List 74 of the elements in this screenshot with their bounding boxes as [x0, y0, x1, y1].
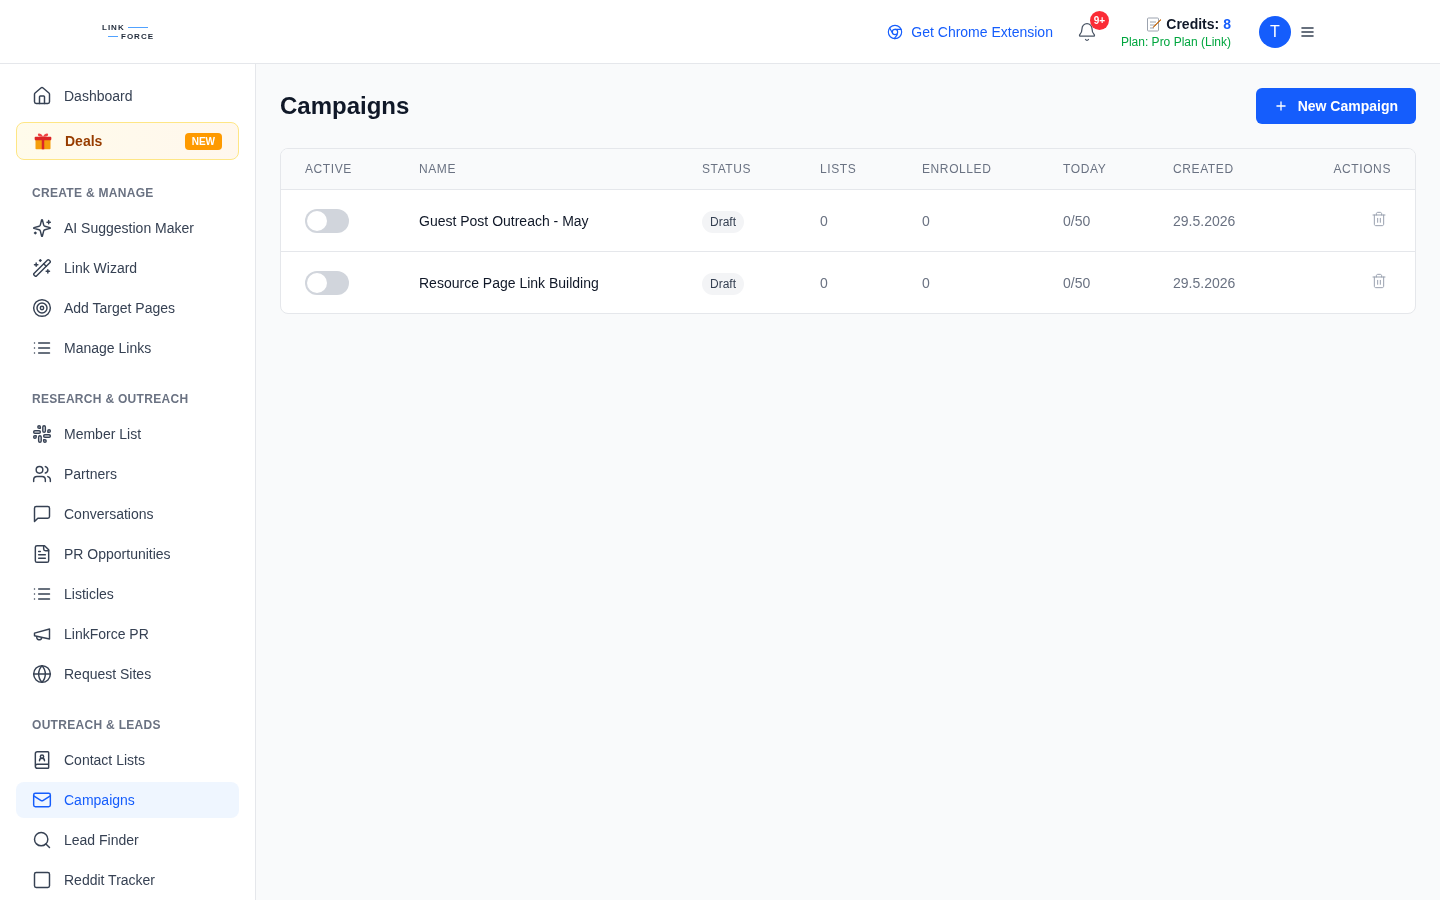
column-header: STATUS — [702, 162, 752, 176]
envelope-icon — [32, 790, 52, 810]
sidebar-item[interactable]: Reddit Tracker — [16, 862, 239, 898]
status-badge: Draft — [702, 210, 744, 233]
chrome-extension-link[interactable]: Get Chrome Extension — [887, 21, 1053, 42]
new-campaign-button[interactable]: New Campaign — [1255, 88, 1416, 124]
column-header: ACTIONS — [1333, 162, 1391, 176]
campaign-name: Guest Post Outreach - May — [419, 212, 589, 229]
credits-label: Credits: — [1166, 14, 1220, 34]
campaign-name: Resource Page Link Building — [419, 274, 599, 291]
logo-text: LINK — [102, 22, 125, 32]
created-date: 29.5.2026 — [1173, 212, 1236, 229]
chat-bubble-icon — [32, 504, 52, 524]
logo-text: FORCE — [121, 31, 154, 41]
page-title: Campaigns — [280, 91, 410, 121]
credits-value: 8 — [1223, 14, 1231, 34]
toggle-switch[interactable] — [305, 270, 349, 295]
sidebar-item[interactable]: Manage Links — [16, 330, 239, 366]
lists-count: 0 — [820, 274, 828, 291]
sidebar-item[interactable]: Link Wizard — [16, 250, 239, 286]
document-icon — [32, 544, 52, 564]
gift-icon — [33, 131, 53, 151]
menu-icon — [1301, 26, 1314, 37]
sidebar-item[interactable]: Conversations — [16, 496, 239, 532]
deals-link[interactable]: Deals NEW — [16, 122, 239, 160]
avatar[interactable]: T — [1259, 15, 1291, 48]
sidebar-item[interactable]: Dashboard — [16, 78, 239, 114]
chrome-icon — [887, 23, 904, 40]
column-header: ACTIVE — [305, 162, 352, 176]
sidebar-item[interactable]: Contact Lists — [16, 742, 239, 778]
globe-icon — [32, 664, 52, 684]
trash-icon — [1371, 273, 1387, 289]
sidebar-item[interactable]: PR Opportunities — [16, 536, 239, 572]
section-heading: RESEARCH & OUTREACH — [31, 391, 190, 407]
section-heading: CREATE & MANAGE — [31, 185, 155, 201]
sidebar-item[interactable]: Member List — [16, 416, 239, 452]
column-header: ENROLLED — [922, 162, 992, 176]
magic-wand-icon — [32, 258, 52, 278]
column-header: TODAY — [1063, 162, 1107, 176]
column-header: NAME — [419, 162, 457, 176]
status-badge: Draft — [702, 272, 744, 295]
sidebar-item[interactable]: LinkForce PR — [16, 616, 239, 652]
sidebar-item[interactable]: Listicles — [16, 576, 239, 612]
sparkles-icon — [32, 218, 52, 238]
square-icon — [32, 870, 52, 890]
pinwheel-icon — [32, 424, 52, 444]
section-heading: OUTREACH & LEADS — [31, 717, 162, 733]
column-header: LISTS — [820, 162, 857, 176]
plan-label: Plan: Pro Plan (Link) — [1120, 33, 1231, 50]
contact-book-icon — [32, 750, 52, 770]
created-date: 29.5.2026 — [1173, 274, 1236, 291]
sidebar-item[interactable]: Partners — [16, 456, 239, 492]
enrolled-count: 0 — [922, 274, 930, 291]
new-badge: NEW — [184, 132, 222, 150]
target-icon — [32, 298, 52, 318]
enrolled-count: 0 — [922, 212, 930, 229]
trash-icon — [1371, 211, 1387, 227]
search-icon — [32, 830, 52, 850]
lists-count: 0 — [820, 212, 828, 229]
memo-icon — [1146, 15, 1163, 32]
plus-icon — [1273, 99, 1288, 113]
menu-button[interactable] — [1301, 26, 1314, 37]
users-icon — [32, 464, 52, 484]
sidebar-item[interactable]: Lead Finder — [16, 822, 239, 858]
sidebar-item[interactable]: Request Sites — [16, 656, 239, 692]
today-count: 0/50 — [1063, 274, 1091, 291]
column-header: CREATED — [1173, 162, 1234, 176]
sidebar-item[interactable]: Campaigns — [16, 782, 239, 818]
sidebar-item[interactable]: Add Target Pages — [16, 290, 239, 326]
toggle-switch[interactable] — [305, 208, 349, 233]
sidebar-item[interactable]: AI Suggestion Maker — [16, 210, 239, 246]
today-count: 0/50 — [1063, 212, 1091, 229]
notification-badge: 9+ — [1089, 10, 1109, 30]
house-icon — [32, 86, 52, 106]
